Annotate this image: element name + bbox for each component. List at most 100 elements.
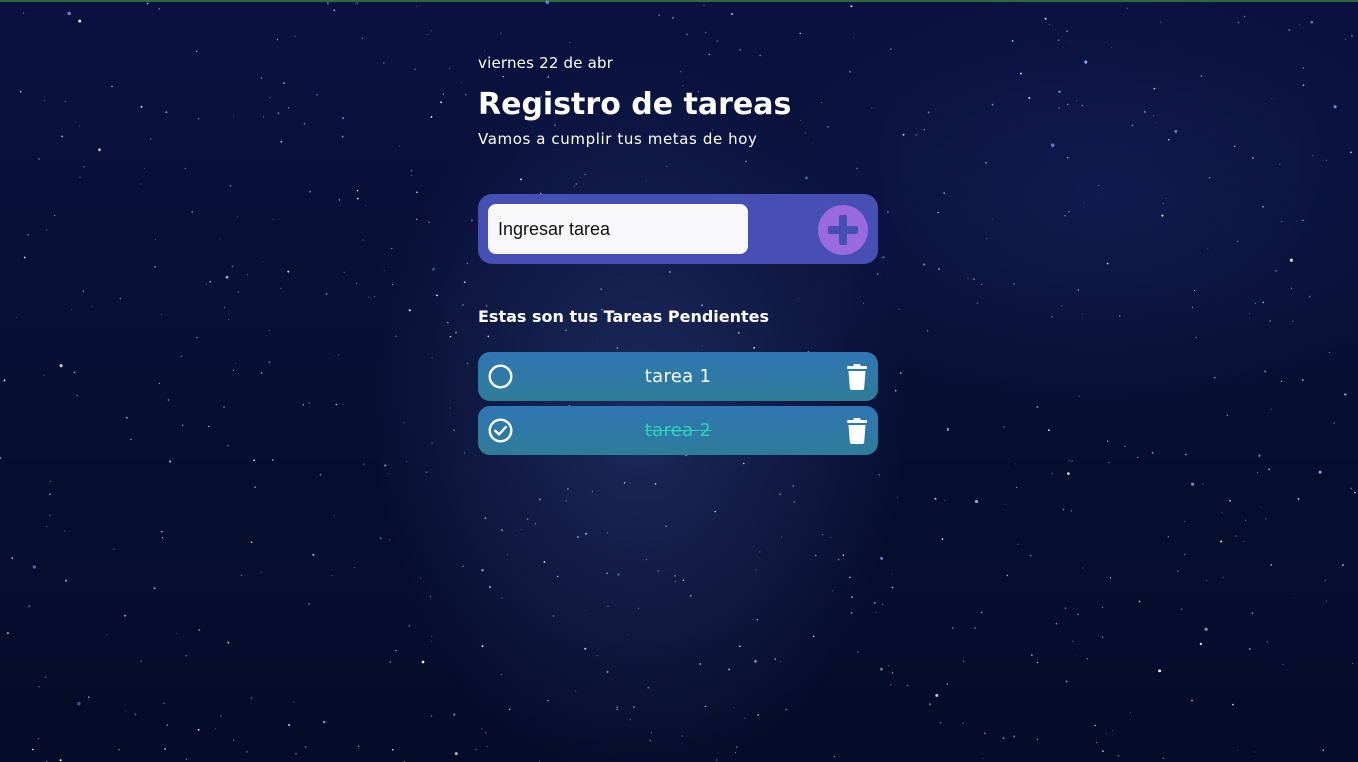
- star: [1108, 462, 1110, 463]
- star: [1328, 352, 1330, 354]
- star: [584, 647, 587, 650]
- star: [1112, 730, 1114, 732]
- star: [223, 406, 225, 408]
- star: [1082, 567, 1084, 569]
- circle-icon[interactable]: [488, 364, 513, 389]
- star: [1050, 143, 1055, 147]
- star: [1058, 107, 1060, 109]
- star: [565, 500, 567, 502]
- star: [1051, 316, 1053, 318]
- star: [943, 499, 946, 501]
- star: [1233, 145, 1236, 147]
- star: [231, 265, 234, 268]
- trash-icon[interactable]: [846, 364, 868, 390]
- star: [779, 493, 781, 495]
- star: [395, 649, 397, 652]
- star: [737, 331, 740, 334]
- star: [431, 357, 433, 359]
- add-task-button[interactable]: [818, 205, 868, 255]
- star: [887, 665, 889, 667]
- star: [185, 758, 188, 760]
- star: [1265, 518, 1267, 520]
- star: [59, 364, 63, 368]
- star: [475, 749, 477, 751]
- page-subtitle: Vamos a cumplir tus metas de hoy: [478, 130, 758, 148]
- star: [974, 499, 979, 504]
- star: [425, 471, 428, 473]
- star: [657, 569, 660, 572]
- star: [262, 261, 264, 263]
- star: [83, 166, 85, 168]
- star: [260, 571, 262, 574]
- star: [166, 724, 169, 726]
- star: [1048, 23, 1050, 25]
- star: [1003, 426, 1005, 428]
- star: [1207, 248, 1209, 250]
- star: [906, 684, 909, 687]
- star: [1352, 662, 1354, 665]
- star: [591, 490, 593, 492]
- star: [1288, 29, 1291, 32]
- star: [164, 748, 167, 750]
- star: [449, 336, 452, 338]
- star: [276, 39, 279, 41]
- star: [362, 239, 364, 241]
- star: [500, 32, 502, 34]
- star: [1208, 177, 1211, 179]
- star: [134, 713, 137, 716]
- star: [1325, 159, 1328, 161]
- star: [672, 16, 674, 19]
- current-date: viernes 22 de abr: [478, 54, 614, 72]
- star: [185, 655, 187, 657]
- star: [567, 488, 569, 490]
- star: [167, 399, 170, 401]
- star: [154, 265, 156, 268]
- star: [46, 526, 48, 528]
- star: [140, 660, 142, 662]
- star: [1017, 543, 1019, 545]
- section-title: Estas son tus Tareas Pendientes: [478, 307, 770, 326]
- star: [1077, 289, 1080, 291]
- star: [500, 529, 503, 532]
- star: [728, 668, 731, 671]
- star: [466, 262, 468, 264]
- star: [1183, 553, 1186, 556]
- star: [430, 116, 433, 118]
- star: [923, 263, 926, 266]
- star: [850, 5, 853, 8]
- star: [481, 569, 484, 572]
- star: [1235, 535, 1237, 537]
- star: [1084, 60, 1088, 64]
- star: [1262, 301, 1265, 304]
- star: [616, 708, 618, 710]
- star: [891, 586, 894, 589]
- star: [882, 604, 884, 605]
- star: [875, 611, 877, 613]
- star: [70, 309, 72, 311]
- star: [1237, 240, 1239, 242]
- star: [140, 183, 142, 185]
- star: [1237, 749, 1239, 751]
- star: [246, 751, 248, 753]
- check-circle-icon[interactable]: [488, 418, 513, 443]
- star: [191, 210, 194, 213]
- star: [534, 522, 537, 525]
- star: [785, 708, 788, 711]
- star: [1270, 408, 1272, 410]
- star: [169, 460, 172, 463]
- star: [1129, 712, 1131, 713]
- star: [253, 459, 255, 462]
- star: [49, 514, 51, 516]
- task-input[interactable]: [488, 204, 748, 254]
- star: [1243, 540, 1244, 542]
- star: [1257, 472, 1259, 473]
- star: [399, 145, 401, 147]
- star: [154, 238, 156, 240]
- star: [64, 579, 68, 582]
- star: [1350, 151, 1352, 154]
- star: [943, 192, 946, 194]
- star: [416, 6, 418, 8]
- star: [1292, 320, 1294, 323]
- star: [793, 501, 796, 503]
- trash-icon[interactable]: [846, 418, 868, 444]
